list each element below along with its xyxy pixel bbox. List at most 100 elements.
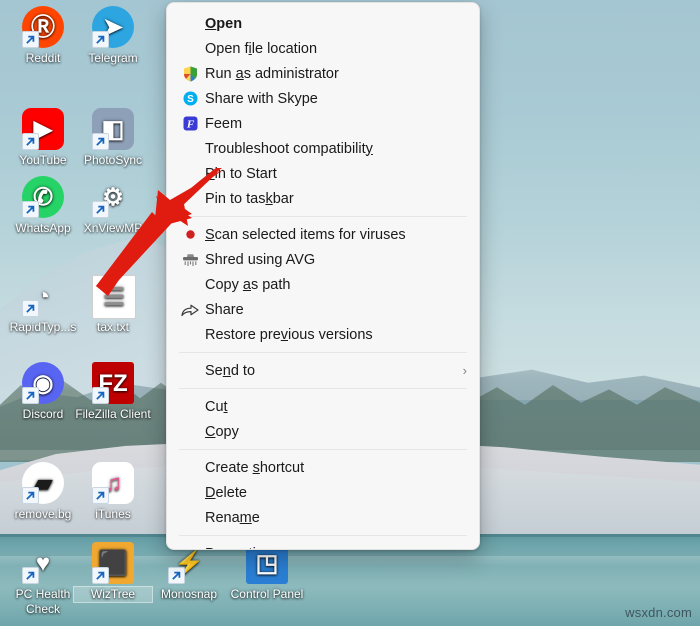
context-menu-items: Open Open file location Run as administrat…: [167, 11, 479, 550]
menu-item-label: Pin to Start: [205, 165, 277, 182]
telegram-icon: ➤: [92, 6, 134, 48]
reddit-icon: Ⓡ: [22, 6, 64, 48]
menu-item-label: Copy: [205, 423, 239, 440]
menu-item-label: Pin to taskbar: [205, 190, 294, 207]
desktop-icon-label: iTunes: [95, 507, 131, 521]
skype-icon: S: [177, 90, 203, 108]
svg-text:S: S: [187, 94, 194, 105]
menu-item-icon-slot: [177, 398, 203, 416]
desktop-icon-label: PC Health Check: [15, 587, 71, 616]
shortcut-overlay-icon: [92, 387, 109, 404]
shortcut-overlay-icon: [92, 567, 109, 584]
desktop-icon-label-wrap: tax.txt: [74, 320, 152, 335]
removebg-icon: ▰: [22, 462, 64, 504]
menu-item-open-file-location[interactable]: Open file location: [167, 36, 479, 61]
desktop-icon-remove-bg[interactable]: ▰ remove.bg: [4, 462, 82, 522]
file-context-menu[interactable]: Open Open file location Run as administrat…: [166, 2, 480, 550]
menu-item-share[interactable]: Share: [167, 297, 479, 322]
desktop-icon-discord[interactable]: ◉ Discord: [4, 362, 82, 422]
menu-item-label: Feem: [205, 115, 243, 132]
desktop-icon-rapidtyp-s[interactable]: ◔ RapidTyp...s: [4, 275, 82, 335]
menu-item-rename[interactable]: Rename: [167, 505, 479, 530]
desktop-icon-filezilla-client[interactable]: FZ FileZilla Client: [74, 362, 152, 422]
menu-item-run-as-administrator[interactable]: Run as administrator: [167, 61, 479, 86]
desktop-icon-itunes[interactable]: ♫ iTunes: [74, 462, 152, 522]
avg-shred-icon: [177, 251, 203, 269]
menu-item-share-with-skype[interactable]: S Share with Skype: [167, 86, 479, 111]
desktop-icon-photosync[interactable]: ◧ PhotoSync: [74, 108, 152, 168]
menu-separator: [179, 388, 467, 389]
desktop-icon-label-wrap: remove.bg: [4, 507, 82, 522]
menu-item-send-to[interactable]: Send to ›: [167, 358, 479, 383]
desktop-icon-pc-health-check[interactable]: ♥ PC Health Check: [4, 542, 82, 617]
menu-item-restore-previous-versions[interactable]: Restore previous versions: [167, 322, 479, 347]
shortcut-overlay-icon: [22, 201, 39, 218]
menu-item-label: Open file location: [205, 40, 318, 57]
menu-item-icon-slot: [177, 15, 203, 33]
menu-item-pin-to-start[interactable]: Pin to Start: [167, 161, 479, 186]
menu-item-icon-slot: [177, 40, 203, 58]
discord-icon: ◉: [22, 362, 64, 404]
desktop-icon-monosnap[interactable]: ⚡ Monosnap: [150, 542, 228, 602]
menu-separator: [179, 352, 467, 353]
menu-item-feem[interactable]: F Feem: [167, 111, 479, 136]
desktop-icon-youtube[interactable]: ▶ YouTube: [4, 108, 82, 168]
menu-item-label: Rename: [205, 509, 260, 526]
feem-icon: F: [177, 115, 203, 133]
shortcut-overlay-icon: [22, 133, 39, 150]
menu-item-open[interactable]: Open: [167, 11, 479, 36]
menu-item-icon-slot: [177, 484, 203, 502]
shortcut-overlay-icon: [92, 133, 109, 150]
desktop-icon-label-wrap: Telegram: [74, 51, 152, 66]
desktop-icon-label-wrap: PC Health Check: [4, 587, 82, 617]
desktop-icon-label-wrap: Monosnap: [150, 587, 228, 602]
menu-item-icon-slot: [177, 459, 203, 477]
desktop-icon-label: YouTube: [19, 153, 67, 167]
menu-item-icon-slot: [177, 326, 203, 344]
desktop-icon-reddit[interactable]: Ⓡ Reddit: [4, 6, 82, 66]
shortcut-overlay-icon: [22, 387, 39, 404]
shortcut-overlay-icon: [168, 567, 185, 584]
shortcut-overlay-icon: [22, 567, 39, 584]
menu-item-label: Run as administrator: [205, 65, 339, 82]
menu-separator: [179, 216, 467, 217]
desktop-icon-tax-txt[interactable]: ☰ tax.txt: [74, 275, 152, 335]
menu-item-icon-slot: [177, 362, 203, 380]
menu-item-create-shortcut[interactable]: Create shortcut: [167, 455, 479, 480]
desktop-icon-label-wrap: WizTree: [73, 586, 153, 603]
desktop-icon-label-wrap: YouTube: [4, 153, 82, 168]
menu-item-scan-selected-items-for-viruses[interactable]: Scan selected items for viruses: [167, 222, 479, 247]
whatsapp-icon: ✆: [22, 176, 64, 218]
pc-health-check-icon: ♥: [22, 542, 64, 584]
menu-item-troubleshoot-compatibility[interactable]: Troubleshoot compatibility: [167, 136, 479, 161]
menu-item-icon-slot: [177, 165, 203, 183]
desktop-icon-whatsapp[interactable]: ✆ WhatsApp: [4, 176, 82, 236]
xnviewmp-icon: ⚙: [92, 176, 134, 218]
desktop-icon-label: Monosnap: [160, 587, 218, 601]
menu-item-icon-slot: [177, 276, 203, 294]
youtube-icon: ▶: [22, 108, 64, 150]
menu-item-label: Copy as path: [205, 276, 291, 293]
menu-item-delete[interactable]: Delete: [167, 480, 479, 505]
menu-item-pin-to-taskbar[interactable]: Pin to taskbar: [167, 186, 479, 211]
desktop-icon-xnviewmp[interactable]: ⚙ XnViewMP: [74, 176, 152, 236]
menu-item-copy-as-path[interactable]: Copy as path: [167, 272, 479, 297]
menu-item-properties[interactable]: Properties: [167, 541, 479, 550]
desktop-icon-label-wrap: iTunes: [74, 507, 152, 522]
menu-item-label: Scan selected items for viruses: [205, 226, 406, 243]
menu-item-label: Open: [205, 15, 243, 32]
desktop-icon-label-wrap: WhatsApp: [4, 221, 82, 236]
desktop-icon-label-wrap: Control Panel: [228, 587, 306, 602]
menu-item-label: Send to: [205, 362, 256, 379]
wiztree-icon: ⬛: [74, 537, 152, 605]
desktop-icon-control-panel[interactable]: ◳ Control Panel: [228, 542, 306, 602]
menu-item-shred-using-avg[interactable]: Shred using AVG: [167, 247, 479, 272]
desktop-icon-telegram[interactable]: ➤ Telegram: [74, 6, 152, 66]
menu-item-cut[interactable]: Cut: [167, 394, 479, 419]
menu-item-icon-slot: [177, 509, 203, 527]
desktop-icon-label-wrap: Discord: [4, 407, 82, 422]
shortcut-overlay-icon: [22, 487, 39, 504]
menu-item-label: Properties: [205, 546, 467, 550]
menu-item-copy[interactable]: Copy: [167, 419, 479, 444]
desktop-icon-wiztree[interactable]: ⬛ WizTree: [73, 537, 153, 605]
